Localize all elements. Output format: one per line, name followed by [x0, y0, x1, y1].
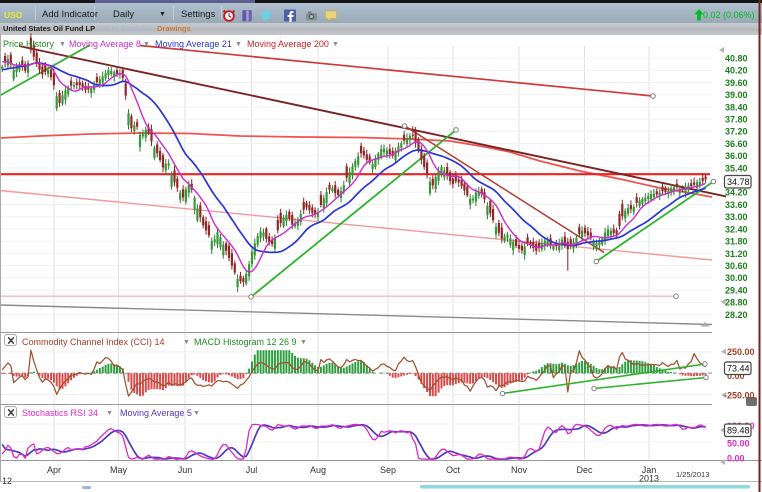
svg-text:Nov: Nov	[511, 465, 528, 475]
svg-text:30.00: 30.00	[725, 273, 748, 283]
svg-text:Jul: Jul	[246, 465, 258, 475]
svg-text:31.80: 31.80	[725, 237, 748, 247]
svg-text:39.00: 39.00	[725, 90, 748, 100]
svg-text:50.00: 50.00	[727, 439, 750, 449]
svg-text:40.80: 40.80	[725, 54, 748, 64]
svg-text:36.00: 36.00	[725, 151, 748, 161]
svg-text:2013: 2013	[639, 474, 659, 484]
svg-text:31.20: 31.20	[725, 249, 748, 259]
svg-text:1/25/2013: 1/25/2013	[676, 470, 709, 479]
svg-text:40.20: 40.20	[725, 66, 748, 76]
svg-text:36.60: 36.60	[725, 139, 748, 149]
svg-text:Dec: Dec	[576, 465, 593, 475]
svg-text:250.00: 250.00	[727, 347, 755, 357]
svg-text:Oct: Oct	[446, 465, 461, 475]
svg-text:38.40: 38.40	[725, 102, 748, 112]
svg-text:89.48: 89.48	[727, 426, 750, 436]
svg-text:Apr: Apr	[47, 465, 61, 475]
svg-text:39.60: 39.60	[725, 78, 748, 88]
svg-text:32.40: 32.40	[725, 224, 748, 234]
svg-text:28.80: 28.80	[725, 298, 748, 308]
svg-text:30.60: 30.60	[725, 261, 748, 271]
svg-text:May: May	[110, 465, 128, 475]
svg-text:29.40: 29.40	[725, 285, 748, 295]
svg-text:34.78: 34.78	[727, 177, 750, 187]
svg-text:Sep: Sep	[380, 465, 396, 475]
svg-text:33.60: 33.60	[725, 200, 748, 210]
svg-text:37.80: 37.80	[725, 115, 748, 125]
svg-text:0.00: 0.00	[727, 454, 745, 464]
svg-text:37.20: 37.20	[725, 127, 748, 137]
svg-text:73.44: 73.44	[727, 364, 750, 374]
svg-text:28.20: 28.20	[725, 310, 748, 320]
svg-text:Aug: Aug	[310, 465, 326, 475]
svg-text:34.20: 34.20	[725, 188, 748, 198]
svg-text:33.00: 33.00	[725, 212, 748, 222]
svg-text:12: 12	[2, 476, 12, 486]
svg-text:35.40: 35.40	[725, 163, 748, 173]
svg-text:Jun: Jun	[178, 465, 193, 475]
